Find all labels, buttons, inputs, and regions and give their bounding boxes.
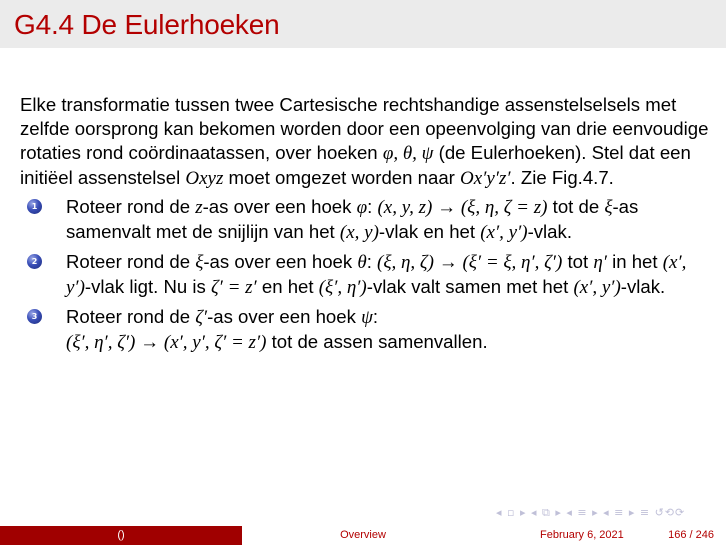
step-text: : bbox=[372, 306, 379, 327]
step-text: en het bbox=[256, 276, 319, 297]
beamer-navigation-icons[interactable]: ◂ ▫ ▸ ◂ ⧉ ▸ ◂ ≡ ▸ ◂ ≡ ▸ ≡ ↺⟲⟳ bbox=[496, 506, 685, 520]
footer-right: February 6, 2021 166 / 246 bbox=[484, 526, 726, 545]
euler-angles-math: φ, θ, ψ bbox=[382, 143, 434, 164]
footer-author: () bbox=[0, 526, 242, 545]
step-math: ζ′ bbox=[195, 307, 208, 328]
step-math: (ξ′, η′, ζ′) → (x′, y′, ζ′ = z′) bbox=[66, 332, 267, 353]
step-text: -as over een hoek bbox=[202, 196, 357, 217]
step-text: -as over een hoek bbox=[207, 306, 362, 327]
step-math: (x, y) bbox=[339, 222, 379, 243]
step-math: (ξ, η, ζ) → (ξ′ = ξ, η′, ζ′) bbox=[377, 252, 563, 273]
numbered-bullet-icon: 3 bbox=[27, 309, 42, 324]
step-text: tot de bbox=[547, 196, 605, 217]
intro-paragraph: Elke transformatie tussen twee Cartesisc… bbox=[20, 93, 710, 191]
footer-section: Overview bbox=[242, 526, 484, 545]
step-text: -as over een hoek bbox=[203, 251, 358, 272]
step-text: tot de assen samenvallen. bbox=[266, 331, 488, 352]
page-number: 166 / 246 bbox=[668, 529, 714, 541]
step-math: (x, y, z) → (ξ, η, ζ = z) bbox=[377, 197, 548, 218]
step-math: (x′, y′) bbox=[573, 277, 621, 298]
intro-text-4: . Zie Fig.4.7. bbox=[510, 167, 614, 188]
step-text: -vlak en het bbox=[378, 221, 481, 242]
step-text: Roteer rond de bbox=[66, 196, 196, 217]
step-math: ζ′ = z′ bbox=[210, 277, 257, 298]
step-text: in het bbox=[606, 251, 663, 272]
step-text: Roteer rond de bbox=[66, 251, 196, 272]
step-text: Roteer rond de bbox=[66, 306, 196, 327]
slide-body: Elke transformatie tussen twee Cartesisc… bbox=[20, 93, 710, 360]
frame-title-bar: G4.4 De Eulerhoeken bbox=[0, 0, 726, 48]
initial-frame-math: Oxyz bbox=[185, 168, 224, 189]
step-text: : bbox=[367, 196, 378, 217]
step-math: z bbox=[195, 197, 203, 218]
step-math: (ξ′, η′) bbox=[318, 277, 367, 298]
step-text: : bbox=[366, 251, 378, 272]
step-text: -vlak valt samen met het bbox=[366, 276, 574, 297]
rotation-steps-list: 1 Roteer rond de z-as over een hoek φ: (… bbox=[20, 195, 710, 355]
list-item: 2 Roteer rond de ξ-as over een hoek θ: (… bbox=[20, 250, 710, 300]
list-item: 1 Roteer rond de z-as over een hoek φ: (… bbox=[20, 195, 710, 245]
list-item: 3 Roteer rond de ζ′-as over een hoek ψ: … bbox=[20, 305, 710, 355]
step-text: -vlak ligt. Nu is bbox=[84, 276, 211, 297]
intro-text-3: moet omgezet worden naar bbox=[223, 167, 461, 188]
frame-title: G4.4 De Eulerhoeken bbox=[14, 9, 280, 40]
step-text: -vlak. bbox=[620, 276, 666, 297]
step-math: φ bbox=[356, 197, 368, 218]
numbered-bullet-icon: 2 bbox=[27, 254, 42, 269]
step-text: tot bbox=[562, 251, 594, 272]
footer-date: February 6, 2021 bbox=[540, 529, 624, 541]
step-math: η′ bbox=[593, 252, 607, 273]
footer-bar: () Overview February 6, 2021 166 / 246 bbox=[0, 526, 726, 545]
numbered-bullet-icon: 1 bbox=[27, 199, 42, 214]
target-frame-math: Ox′y′z′ bbox=[460, 168, 511, 189]
step-text: -vlak. bbox=[527, 221, 572, 242]
step-math: (x′, y′) bbox=[480, 222, 528, 243]
step-math: θ bbox=[357, 252, 367, 273]
step-math: ψ bbox=[361, 307, 373, 328]
